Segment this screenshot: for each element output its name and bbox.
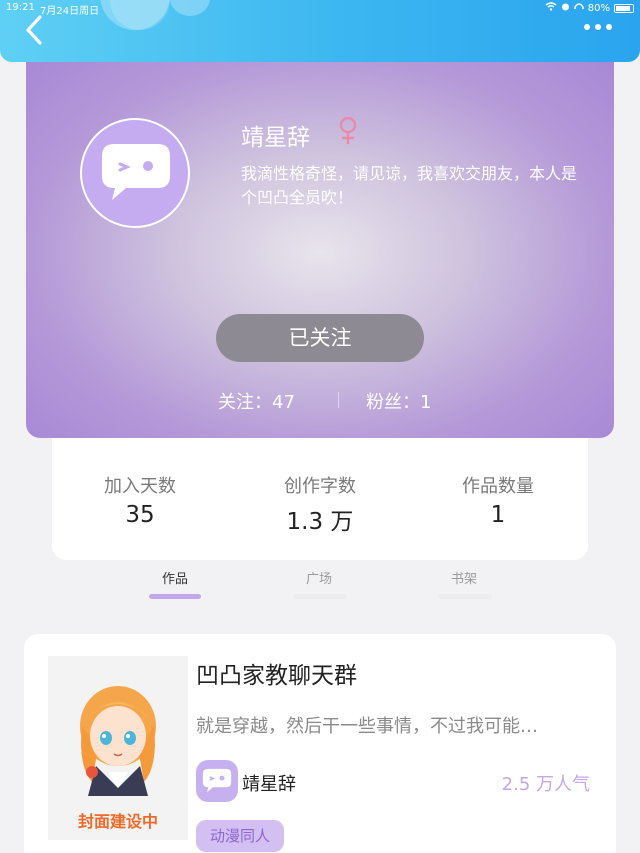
cover-placeholder-text: 封面建设中 [77, 812, 158, 831]
stat-value: 1.3 万 [286, 509, 354, 535]
popularity-count: 2.5 万人气 [501, 774, 590, 795]
more-dots-icon [595, 24, 601, 30]
tab-indicator [293, 594, 347, 599]
tab-active-indicator [149, 594, 201, 599]
profile-bio: 我滴性格奇怪，请见谅，我喜欢交朋友，本人是个凹凸全员吹！ [241, 164, 578, 207]
chevron-left-icon [26, 15, 42, 45]
status-time: 19:21 [6, 2, 35, 13]
tab-indicator [438, 594, 492, 599]
back-button[interactable] [22, 14, 50, 46]
battery-icon [614, 3, 634, 13]
chat-bubble-wink-icon [102, 144, 170, 200]
tab-bookshelf[interactable]: 书架 [432, 568, 496, 587]
follow-stats: 关注：47 粉丝：1 [26, 388, 614, 414]
genre-tag[interactable]: 动漫同人 [196, 820, 285, 852]
work-list-item[interactable]: 封面建设中 凹凸家教聊天群 就是穿越，然后干一些事情，不过我可能… 靖星辞 2.… [24, 634, 616, 853]
divider [338, 392, 339, 408]
stat-label: 作品数量 [462, 476, 534, 497]
profile-nickname: 靖星辞 [241, 125, 310, 151]
top-nav-bar: 19:21 7月24日周日 80% [0, 0, 640, 62]
profile-header: 靖星辞 我滴性格奇怪，请见谅，我喜欢交朋友，本人是个凹凸全员吹！ 已关注 关注：… [26, 52, 614, 438]
work-cover[interactable]: 封面建设中 [48, 656, 188, 840]
stat-label: 加入天数 [104, 476, 176, 497]
tab-square[interactable]: 广场 [287, 568, 351, 587]
author-name[interactable]: 靖星辞 [242, 770, 296, 796]
work-title[interactable]: 凹凸家教聊天群 [196, 656, 357, 690]
profile-tabs: 作品 广场 书架 [0, 562, 640, 606]
female-symbol-icon [338, 116, 358, 150]
headphones-icon [574, 2, 584, 14]
status-indicators: 80% [545, 2, 634, 14]
battery-percent: 80% [587, 2, 610, 14]
stats-card: 加入天数 35 创作字数 1.3 万 作品数量 1 [52, 430, 588, 560]
follow-button[interactable]: 已关注 [216, 314, 424, 362]
more-dots-icon [606, 24, 612, 30]
stat-word-count: 创作字数 1.3 万 [250, 472, 390, 536]
work-description: 就是穿越，然后干一些事情，不过我可能… [196, 716, 538, 737]
tab-works[interactable]: 作品 [143, 568, 207, 587]
chat-bubble-wink-icon [202, 768, 232, 793]
more-dots-icon [584, 24, 590, 30]
stat-value: 35 [125, 502, 155, 528]
following-count[interactable]: 关注：47 [218, 388, 295, 414]
alarm-icon [561, 2, 570, 14]
stat-label: 创作字数 [284, 476, 356, 497]
wifi-icon [545, 2, 557, 14]
stat-join-days: 加入天数 35 [70, 472, 210, 528]
stat-value: 1 [490, 502, 506, 528]
fans-count[interactable]: 粉丝：1 [366, 388, 431, 414]
author-avatar[interactable] [196, 760, 238, 802]
decor-bubble [170, 0, 210, 16]
more-button[interactable] [584, 24, 612, 30]
stat-works-count: 作品数量 1 [428, 472, 568, 528]
avatar[interactable] [80, 118, 190, 228]
anime-girl-cover-illustration [80, 686, 156, 796]
